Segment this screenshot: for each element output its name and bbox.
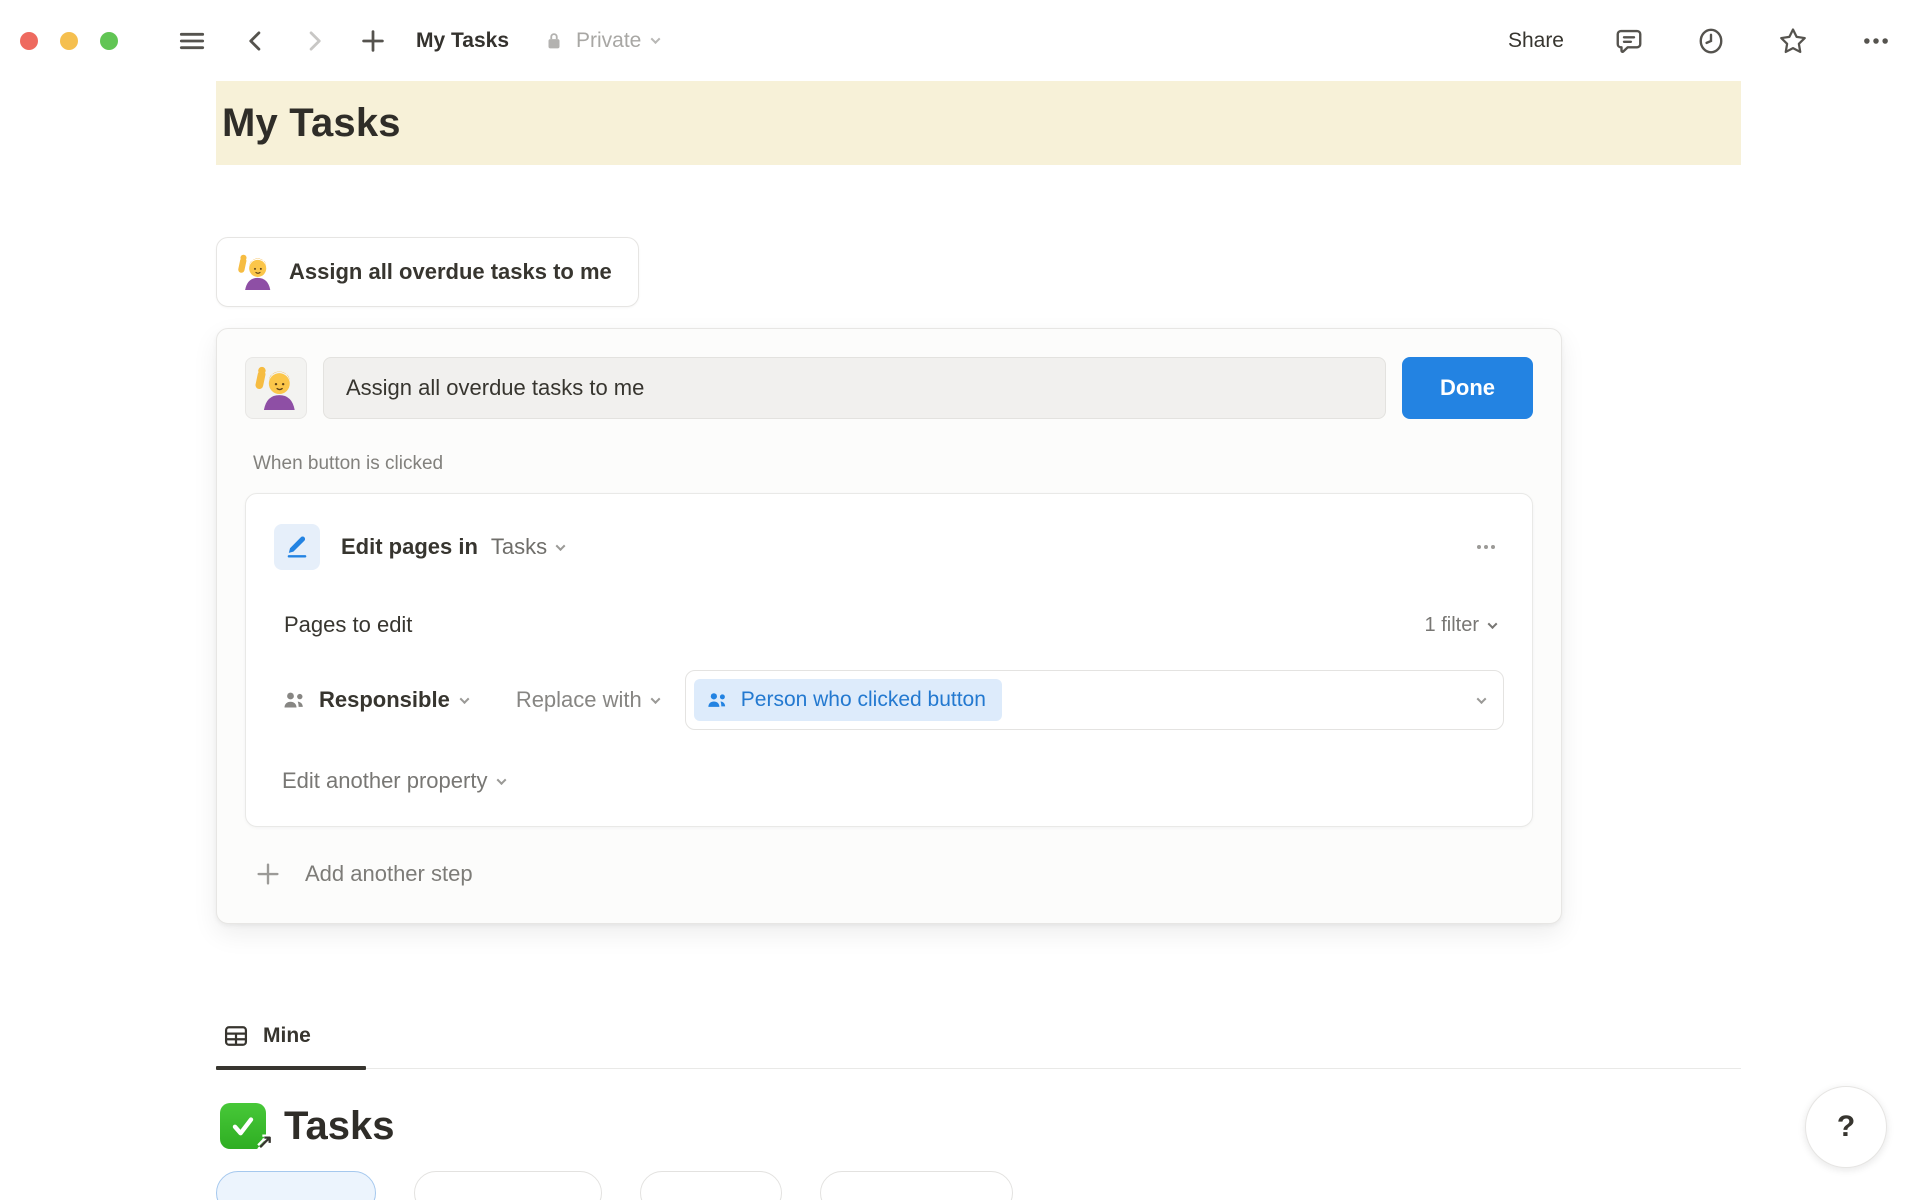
filter-dropdown[interactable]: 1 filter [1425, 614, 1496, 637]
value-select[interactable]: Person who clicked button [685, 670, 1504, 730]
linked-database-arrow-icon: ↗ [257, 1131, 273, 1154]
new-page-icon[interactable] [354, 22, 392, 60]
sidebar-toggle-icon[interactable] [172, 21, 212, 61]
database-name: Tasks [491, 534, 547, 560]
operation-dropdown[interactable]: Replace with [516, 687, 659, 713]
database-dropdown[interactable]: Tasks [491, 534, 564, 560]
privacy-label: Private [576, 29, 641, 53]
done-button[interactable]: Done [1402, 357, 1533, 419]
close-window-button[interactable] [20, 32, 38, 50]
traffic-lights [20, 32, 118, 50]
page-title: My Tasks [222, 101, 1741, 146]
button-editor-panel: Done When button is clicked Edit pages i… [216, 328, 1562, 924]
back-icon[interactable] [238, 23, 274, 59]
person-value-label: Person who clicked button [741, 688, 986, 712]
chevron-down-icon [497, 775, 507, 785]
zoom-window-button[interactable] [100, 32, 118, 50]
favorite-star-icon[interactable] [1774, 22, 1812, 60]
property-name: Responsible [319, 687, 450, 713]
woman-raising-hand-emoji-icon [237, 254, 273, 290]
database-title[interactable]: Tasks [284, 1104, 394, 1149]
breadcrumb-page-title[interactable]: My Tasks [416, 29, 509, 53]
linked-database-section: Mine ↗ Tasks [216, 1012, 1741, 1200]
window-titlebar: My Tasks Private Share [0, 0, 1920, 81]
button-name-input[interactable] [323, 357, 1386, 419]
people-icon [706, 689, 730, 711]
privacy-dropdown[interactable]: Private [543, 29, 659, 53]
view-tab-label: Mine [263, 1024, 311, 1048]
automation-step-card: Edit pages in Tasks Pages to edit 1 filt… [245, 493, 1533, 827]
comments-icon[interactable] [1610, 22, 1648, 60]
filter-pill[interactable] [414, 1171, 602, 1200]
operation-label: Replace with [516, 687, 642, 713]
view-tab-bar: Mine [216, 1012, 1741, 1069]
page-banner: My Tasks [216, 81, 1741, 165]
filter-pill[interactable] [216, 1171, 376, 1200]
woman-raising-hand-emoji-icon [254, 366, 298, 410]
button-block-label: Assign all overdue tasks to me [289, 259, 612, 285]
add-another-step-label: Add another step [305, 861, 473, 887]
filter-pill[interactable] [640, 1171, 782, 1200]
property-dropdown[interactable]: Responsible [282, 687, 468, 713]
add-another-step-button[interactable]: Add another step [253, 859, 1533, 889]
chevron-down-icon [1477, 694, 1487, 704]
button-emoji-picker[interactable] [245, 357, 307, 419]
person-value-chip[interactable]: Person who clicked button [694, 679, 1002, 721]
chevron-down-icon [556, 541, 566, 551]
trigger-label: When button is clicked [253, 453, 1533, 475]
more-options-icon[interactable] [1856, 22, 1896, 60]
chevron-down-icon [650, 694, 660, 704]
people-icon [282, 688, 308, 712]
chevron-down-icon [1488, 619, 1498, 629]
edit-pencil-icon [283, 533, 311, 561]
green-check-database-emoji-icon: ↗ [220, 1103, 266, 1149]
automation-button-block[interactable]: Assign all overdue tasks to me [216, 237, 639, 307]
filter-pill-row [216, 1171, 1741, 1200]
filter-count-label: 1 filter [1425, 614, 1479, 637]
edit-another-property-dropdown[interactable]: Edit another property [282, 768, 1504, 794]
lock-icon [543, 29, 565, 53]
step-options-icon[interactable] [1468, 533, 1504, 561]
chevron-down-icon [651, 34, 661, 44]
view-tab-mine[interactable]: Mine [216, 1012, 321, 1068]
pages-to-edit-label: Pages to edit [284, 612, 412, 638]
minimize-window-button[interactable] [60, 32, 78, 50]
edit-another-property-label: Edit another property [282, 768, 487, 794]
help-button[interactable]: ? [1805, 1086, 1887, 1168]
page-history-clock-icon[interactable] [1692, 22, 1730, 60]
step-action-label: Edit pages in [341, 534, 478, 560]
edit-pages-step-tile [274, 524, 320, 570]
active-tab-underline [216, 1066, 366, 1070]
chevron-down-icon [459, 694, 469, 704]
plus-icon [253, 859, 283, 889]
table-view-icon [222, 1022, 250, 1050]
filter-pill[interactable] [820, 1171, 1013, 1200]
share-button[interactable]: Share [1508, 29, 1564, 53]
forward-icon[interactable] [296, 23, 332, 59]
